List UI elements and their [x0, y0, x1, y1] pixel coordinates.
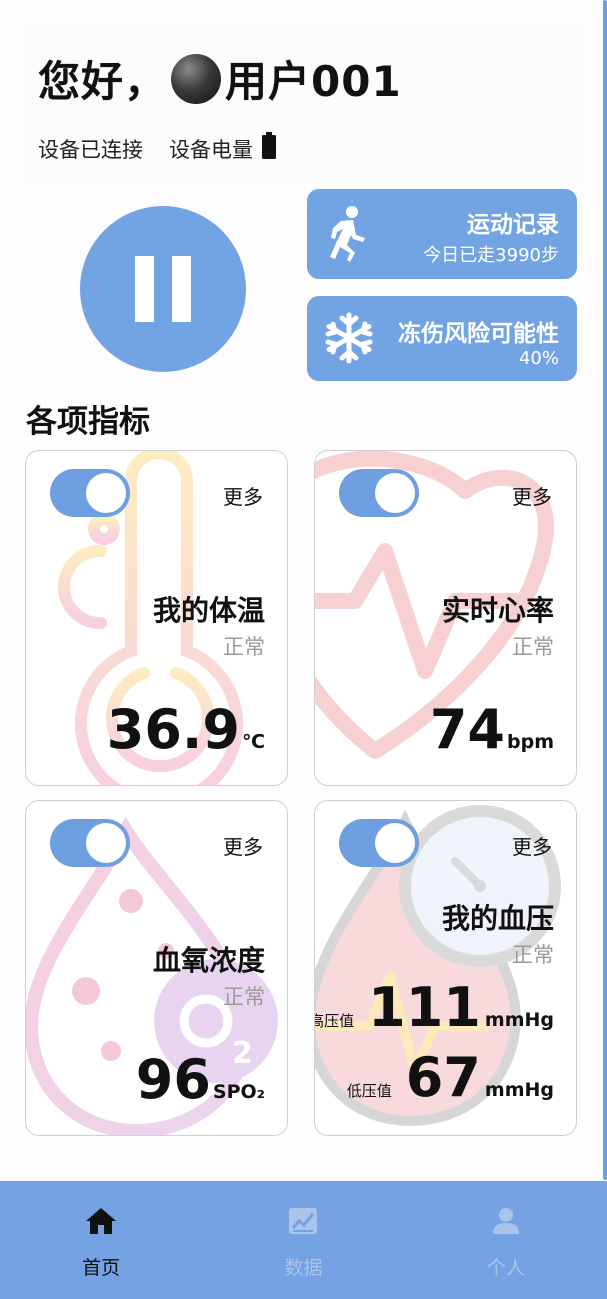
diastolic-label: 低压值: [346, 1082, 392, 1100]
heart-rate-unit: bpm: [507, 731, 554, 753]
systolic-label: 高压值: [315, 1012, 355, 1030]
spo2-reading: 96 SPO₂: [136, 1053, 265, 1107]
nav-label-home: 首页: [82, 1257, 121, 1279]
blood-pressure-card[interactable]: 更多 我的血压 正常 高压值 111 mmHg 低压值 67 mmHg: [314, 800, 577, 1136]
temperature-toggle[interactable]: [50, 469, 130, 517]
blood-pressure-status: 正常: [512, 943, 554, 967]
spo2-title: 血氧浓度: [152, 944, 265, 977]
nav-item-data[interactable]: 数据: [202, 1181, 404, 1299]
frostbite-risk-card[interactable]: 冻伤风险可能性 40%: [307, 296, 577, 381]
frostbite-value: 40%: [518, 348, 559, 369]
temperature-card[interactable]: 更多 我的体温 正常 36.9 ℃: [25, 450, 288, 786]
temperature-status: 正常: [223, 635, 265, 659]
device-status-row: 设备已连接 设备电量: [38, 132, 277, 165]
spo2-unit: SPO₂: [212, 1081, 265, 1103]
spo2-status: 正常: [223, 985, 265, 1009]
systolic-reading: 高压值 111 mmHg: [315, 976, 554, 1039]
username: 用户001: [225, 57, 402, 106]
nav-item-profile[interactable]: 个人: [405, 1181, 607, 1299]
heart-rate-status: 正常: [512, 635, 554, 659]
blood-pressure-title: 我的血压: [441, 902, 554, 935]
connection-status: 设备已连接: [38, 137, 143, 162]
battery-icon: [261, 132, 277, 165]
chart-icon: [288, 1207, 318, 1239]
temperature-more-link[interactable]: 更多: [223, 481, 263, 510]
exercise-steps: 今日已走3990步: [423, 245, 559, 266]
systolic-value: 111: [368, 976, 481, 1039]
avatar[interactable]: [171, 53, 222, 104]
nav-item-home[interactable]: 首页: [0, 1181, 202, 1299]
home-icon: [85, 1207, 117, 1239]
header: 您好， 用户001 设备已连接 设备电量: [26, 22, 586, 182]
exercise-title: 运动记录: [467, 212, 559, 238]
nav-label-data: 数据: [284, 1257, 323, 1279]
diastolic-reading: 低压值 67 mmHg: [347, 1051, 554, 1105]
pause-icon-bar-left: [135, 256, 154, 322]
heart-rate-card[interactable]: 更多 实时心率 正常 74 bpm: [314, 450, 577, 786]
blood-pressure-more-link[interactable]: 更多: [512, 831, 552, 860]
heart-rate-reading: 74 bpm: [430, 703, 554, 757]
heart-rate-title: 实时心率: [441, 594, 554, 627]
spo2-card[interactable]: 2 更多 血氧浓度 正常 96 SPO₂: [25, 800, 288, 1136]
pause-button[interactable]: [80, 206, 246, 372]
exercise-record-card[interactable]: 运动记录 今日已走3990步: [307, 189, 577, 279]
nav-label-profile: 个人: [486, 1257, 525, 1279]
scrollbar[interactable]: [603, 0, 607, 1180]
person-icon: [492, 1207, 520, 1239]
blood-pressure-toggle[interactable]: [339, 819, 419, 867]
temperature-value: 36.9: [106, 698, 240, 761]
greeting-line: 您好， 用户001: [38, 48, 402, 109]
greeting-text: 您好，: [38, 57, 168, 106]
systolic-unit: mmHg: [484, 1009, 554, 1031]
heart-rate-more-link[interactable]: 更多: [512, 481, 552, 510]
diastolic-unit: mmHg: [484, 1079, 554, 1101]
heart-rate-value: 74: [429, 698, 505, 761]
spo2-more-link[interactable]: 更多: [223, 831, 263, 860]
bottom-nav: 首页 数据 个人: [0, 1181, 607, 1299]
heart-rate-toggle[interactable]: [339, 469, 419, 517]
pause-icon-bar-right: [172, 256, 191, 322]
section-title-metrics: 各项指标: [26, 404, 150, 440]
snowflake-icon: [323, 312, 375, 368]
app-root: 您好， 用户001 设备已连接 设备电量 运动记录 今日已走3990步 冻伤风险…: [0, 0, 607, 1299]
temperature-title: 我的体温: [152, 594, 265, 627]
spo2-value: 96: [135, 1048, 211, 1111]
running-person-icon: [323, 205, 369, 267]
spo2-toggle[interactable]: [50, 819, 130, 867]
temperature-reading: 36.9 ℃: [107, 703, 265, 757]
temperature-unit: ℃: [241, 731, 265, 753]
diastolic-value: 67: [405, 1046, 481, 1109]
battery-label: 设备电量: [169, 137, 253, 162]
frostbite-title: 冻伤风险可能性: [398, 321, 559, 347]
